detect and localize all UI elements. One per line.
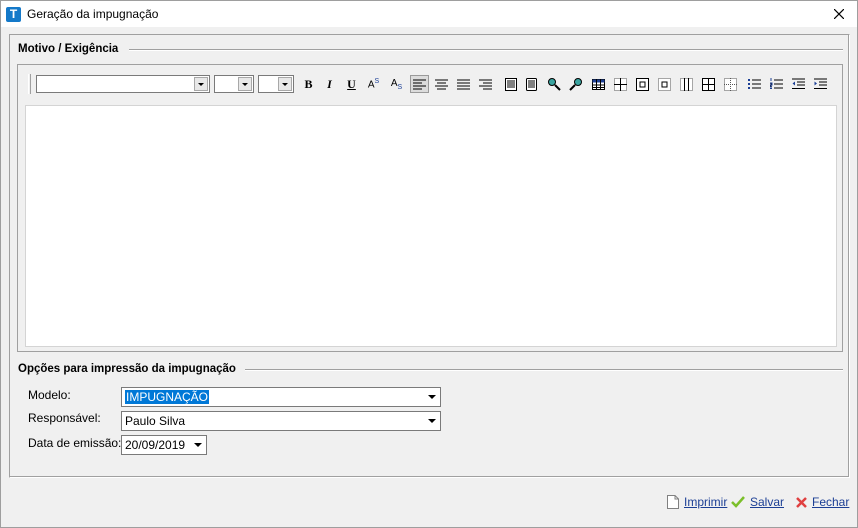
table-grid-icon: [614, 77, 627, 91]
table-cell-icon: [636, 77, 649, 91]
subscript-icon: AS: [391, 78, 402, 91]
table-split-icon: [724, 77, 737, 91]
insert-table-button[interactable]: [589, 75, 608, 93]
imprimir-button[interactable]: Imprimir: [667, 495, 727, 509]
align-right-icon: [479, 79, 492, 89]
close-button[interactable]: [821, 1, 857, 27]
numbered-list-icon: [770, 78, 783, 89]
superscript-base: A: [367, 79, 375, 91]
window-title: Geração da impugnação: [27, 7, 159, 21]
table-grid-button[interactable]: [611, 75, 630, 93]
table-col-icon: [680, 77, 693, 91]
page-button[interactable]: [522, 75, 541, 93]
chevron-down-icon[interactable]: [423, 388, 440, 406]
bold-button[interactable]: B: [299, 75, 318, 93]
editor-toolbar: B I U AS AS: [18, 65, 842, 103]
salvar-button[interactable]: Salvar: [731, 495, 784, 509]
app-icon: T: [6, 7, 21, 22]
motivo-group-title: Motivo / Exigência: [18, 43, 119, 55]
motivo-divider: [129, 49, 843, 51]
zoom-in-button[interactable]: [544, 75, 563, 93]
rich-text-editor: B I U AS AS: [17, 64, 843, 352]
magnifier-icon: [547, 78, 561, 91]
table-insert-row-button[interactable]: [655, 75, 674, 93]
indent-increase-button[interactable]: [811, 75, 830, 93]
modelo-select[interactable]: IMPUGNAÇÃO: [121, 387, 441, 407]
align-left-button[interactable]: [410, 75, 429, 93]
zoom-out-button[interactable]: [566, 75, 585, 93]
font-style-select[interactable]: [258, 75, 294, 93]
subscript-base: A: [390, 77, 398, 89]
underline-icon: U: [347, 76, 356, 91]
underline-button[interactable]: U: [342, 75, 361, 93]
indent-decrease-icon: [792, 78, 805, 89]
paragraph-button[interactable]: [501, 75, 520, 93]
align-right-button[interactable]: [476, 75, 495, 93]
close-x-icon: [796, 496, 807, 508]
data-emissao-picker[interactable]: 20/09/2019: [121, 435, 207, 455]
table-merge-button[interactable]: [699, 75, 718, 93]
printer-page-icon: [667, 495, 679, 509]
opcoes-group-title: Opções para impressão da impugnação: [18, 363, 236, 375]
numbered-list-button[interactable]: [767, 75, 786, 93]
document-icon: [526, 77, 537, 91]
table-cell-button[interactable]: [633, 75, 652, 93]
data-emissao-label: Data de emissão:: [28, 436, 122, 450]
align-justify-icon: [457, 79, 470, 89]
italic-button[interactable]: I: [320, 75, 339, 93]
bold-icon: B: [304, 76, 313, 91]
close-icon: [834, 9, 844, 19]
fechar-button[interactable]: Fechar: [796, 495, 849, 509]
editor-text-area[interactable]: [25, 105, 837, 347]
chevron-down-icon[interactable]: [194, 77, 208, 91]
font-name-select[interactable]: [36, 75, 210, 93]
salvar-label: Salvar: [750, 495, 785, 509]
opcoes-divider: [245, 369, 843, 371]
superscript-button[interactable]: AS: [364, 75, 383, 93]
responsavel-label: Responsável:: [28, 411, 101, 425]
superscript-icon: AS: [368, 78, 379, 90]
bullet-list-icon: [748, 79, 761, 89]
imprimir-label: Imprimir: [684, 495, 728, 509]
modelo-value: IMPUGNAÇÃO: [125, 390, 210, 404]
indent-increase-icon: [814, 78, 827, 89]
title-bar: T Geração da impugnação: [1, 1, 857, 27]
responsavel-value: Paulo Silva: [125, 414, 186, 428]
fechar-label: Fechar: [812, 495, 850, 509]
font-size-select[interactable]: [214, 75, 254, 93]
table-split-button[interactable]: [721, 75, 740, 93]
bullet-list-button[interactable]: [745, 75, 764, 93]
chevron-down-icon[interactable]: [189, 436, 206, 454]
chevron-down-icon[interactable]: [278, 77, 292, 91]
table-icon: [592, 78, 605, 90]
table-insert-col-button[interactable]: [677, 75, 696, 93]
align-justify-button[interactable]: [454, 75, 473, 93]
paragraph-icon: [504, 77, 517, 91]
data-emissao-value: 20/09/2019: [125, 438, 186, 452]
subscript-mark: S: [397, 83, 403, 91]
checkmark-icon: [731, 496, 745, 508]
italic-icon: I: [327, 76, 332, 91]
chevron-down-icon[interactable]: [423, 412, 440, 430]
dialog-window: T Geração da impugnação Motivo / Exigênc…: [0, 0, 858, 528]
align-center-icon: [435, 79, 448, 89]
chevron-down-icon[interactable]: [238, 77, 252, 91]
superscript-mark: S: [374, 77, 380, 85]
subscript-button[interactable]: AS: [387, 75, 406, 93]
responsavel-select[interactable]: Paulo Silva: [121, 411, 441, 431]
indent-decrease-button[interactable]: [789, 75, 808, 93]
toolbar-grip[interactable]: [28, 74, 31, 94]
align-center-button[interactable]: [432, 75, 451, 93]
magnifier-icon: [568, 78, 582, 91]
table-row-icon: [658, 77, 671, 91]
align-left-icon: [413, 79, 426, 89]
modelo-label: Modelo:: [28, 388, 71, 402]
table-merge-icon: [702, 77, 715, 91]
